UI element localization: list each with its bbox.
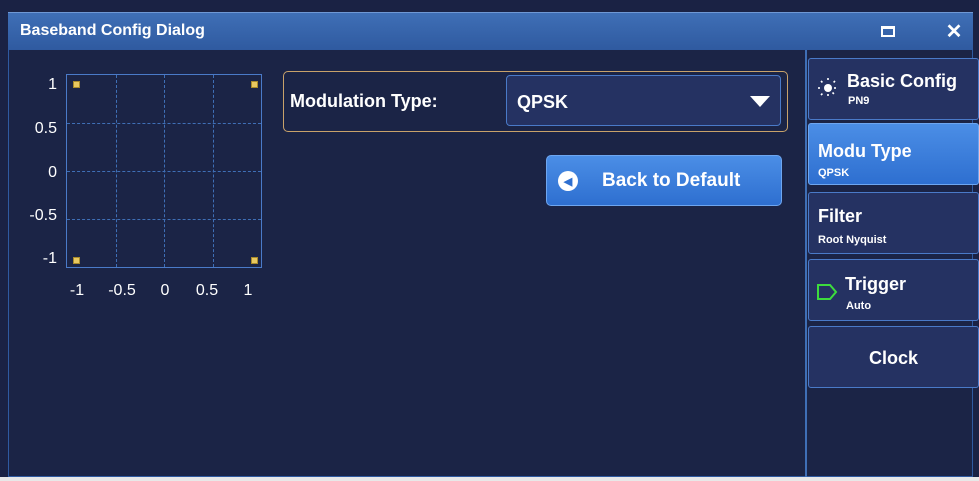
side-menu-filter[interactable]: Filter Root Nyquist (808, 192, 979, 254)
close-icon: ✕ (945, 20, 963, 43)
side-menu-subtitle: PN9 (848, 95, 870, 107)
modulation-type-value: QPSK (517, 92, 569, 112)
window-title: Baseband Config Dialog (20, 22, 205, 39)
side-menu-title: Filter (818, 206, 863, 226)
plot-area (66, 74, 262, 268)
side-menu-clock[interactable]: Clock (808, 326, 979, 388)
y-tick-label: 0.5 (34, 120, 57, 137)
reset-icon: ◀ (558, 171, 578, 191)
constellation-point (73, 257, 80, 264)
x-tick-label: -0.5 (108, 282, 136, 299)
side-panel-divider (805, 50, 807, 477)
back-to-default-label: Back to Default (602, 170, 741, 191)
trigger-icon (817, 284, 838, 300)
y-tick-label: 0 (48, 164, 57, 181)
x-tick-label: -1 (69, 282, 85, 299)
side-menu-title: Basic Config (847, 71, 958, 91)
x-tick-label: 0.5 (195, 282, 219, 299)
constellation-point (73, 81, 80, 88)
side-menu-subtitle: Root Nyquist (818, 234, 887, 246)
side-menu-title: Trigger (845, 274, 907, 294)
title-bar: Baseband Config Dialog ✕ (8, 12, 973, 50)
side-menu-title: Clock (868, 348, 919, 368)
side-menu-modu-type[interactable]: Modu Type QPSK (808, 123, 979, 185)
constellation-point (251, 257, 258, 264)
chevron-down-icon (750, 96, 770, 107)
back-to-default-button[interactable]: ◀ Back to Default (546, 155, 782, 206)
grid-line (67, 219, 261, 220)
x-tick-label: 1 (243, 282, 253, 299)
side-menu-trigger[interactable]: Trigger Auto (808, 259, 979, 321)
side-menu-subtitle: QPSK (818, 167, 850, 179)
y-tick-label: 1 (48, 76, 57, 93)
constellation-point (251, 81, 258, 88)
y-tick-label: -0.5 (29, 207, 57, 224)
side-menu-subtitle: Auto (846, 300, 872, 312)
side-menu-basic-config[interactable]: Basic Config PN9 (808, 58, 979, 120)
x-tick-label: 0 (160, 282, 170, 299)
maximize-button[interactable] (875, 19, 901, 43)
y-tick-label: -1 (42, 250, 57, 267)
close-button[interactable]: ✕ (941, 19, 967, 43)
sun-icon (818, 78, 838, 98)
modulation-type-select[interactable]: QPSK (506, 75, 781, 126)
grid-line (67, 123, 261, 124)
modulation-type-label: Modulation Type: (290, 91, 438, 111)
bottom-edge (0, 477, 979, 481)
side-menu-title: Modu Type (818, 141, 912, 161)
grid-line (67, 171, 261, 172)
maximize-icon (881, 25, 895, 37)
